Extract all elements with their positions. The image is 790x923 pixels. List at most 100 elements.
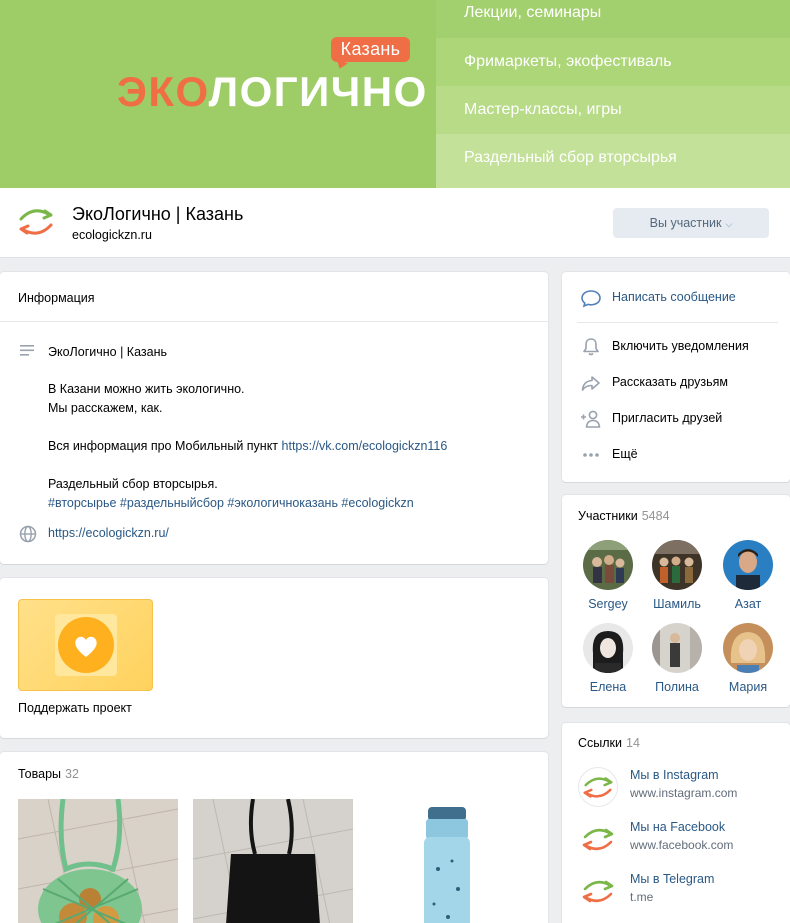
avatar <box>583 540 633 590</box>
tote-bag-image <box>193 799 353 923</box>
heart-icon <box>75 636 97 657</box>
member-name: Шамиль <box>653 597 701 611</box>
member-item[interactable]: Мария <box>715 623 781 694</box>
goods-item-image[interactable] <box>368 799 528 923</box>
more-button[interactable]: Ещё <box>580 445 790 465</box>
goods-item-image[interactable] <box>18 799 178 923</box>
donate-tile-inner <box>55 614 117 676</box>
tell-friends-button[interactable]: Рассказать друзьям <box>580 373 790 393</box>
member-name: Азат <box>734 597 762 611</box>
avatar <box>723 623 773 673</box>
goods-card: Товары 32 <box>0 752 548 923</box>
goods-title-label: Товары <box>18 767 61 781</box>
donate-label[interactable]: Поддержать проект <box>18 701 154 715</box>
member-item[interactable]: Азат <box>715 540 781 611</box>
info-name-line: ЭкоЛогично | Казань <box>48 345 167 359</box>
goods-title[interactable]: Товары 32 <box>18 767 79 781</box>
members-card: Участники 5484 Sergey Шамиль Азат Елена П… <box>562 495 790 707</box>
community-cover: Казань ЭКОЛОГИЧНО Лекции, семинары Фрима… <box>0 0 790 188</box>
invite-friends-button[interactable]: Пригласить друзей <box>580 409 790 429</box>
enable-notifications-button[interactable]: Включить уведомления <box>580 337 790 357</box>
members-title[interactable]: Участники 5484 <box>578 509 670 523</box>
members-title-label: Участники <box>578 509 638 523</box>
info-desc-1: В Казани можно жить экологично. <box>48 382 245 396</box>
group-name: ЭкоЛогично | Казань <box>72 204 244 224</box>
write-message-label: Написать сообщение <box>612 290 736 304</box>
divider <box>0 321 548 322</box>
group-header: ЭкоЛогично | Казань ecologickzn.ru Вы уч… <box>0 188 790 258</box>
cover-menu: Лекции, семинары Фримаркеты, экофестивал… <box>436 0 790 188</box>
info-desc-2: Мы расскажем, как. <box>48 401 163 415</box>
member-item[interactable]: Sergey <box>575 540 641 611</box>
link-title: Мы на Facebook <box>630 820 726 834</box>
support-card: Поддержать проект <box>0 578 548 738</box>
avatar <box>723 540 773 590</box>
cover-menu-item: Раздельный сбор вторсырья <box>436 134 790 188</box>
mesh-bag-image <box>18 799 178 923</box>
info-sorting: Раздельный сбор вторсырья. <box>48 477 218 491</box>
write-message-button[interactable]: Написать сообщение <box>580 288 790 308</box>
chevron-down-icon: ⌵ <box>725 219 733 229</box>
enable-notifications-label: Включить уведомления <box>612 339 749 353</box>
donate-tile[interactable] <box>18 599 153 691</box>
actions-card: Написать сообщение Включить уведомления … <box>562 272 790 482</box>
info-title: Информация <box>18 291 95 305</box>
avatar <box>652 623 702 673</box>
more-icon <box>583 453 599 457</box>
invite-friends-label: Пригласить друзей <box>612 411 723 425</box>
member-name: Sergey <box>588 597 628 611</box>
links-count: 14 <box>626 736 640 750</box>
member-status-button[interactable]: Вы участник ⌵ <box>613 208 769 238</box>
member-item[interactable]: Полина <box>644 623 710 694</box>
website-link[interactable]: https://ecologickzn.ru/ <box>48 524 169 543</box>
goods-item-image[interactable] <box>193 799 353 923</box>
cover-logo-area: Казань ЭКОЛОГИЧНО <box>0 0 436 188</box>
hashtags-link[interactable]: #вторсырье #раздельныйсбор #экологичнока… <box>48 494 414 513</box>
globe-icon <box>19 525 37 543</box>
member-name: Полина <box>655 680 699 694</box>
group-avatar[interactable] <box>16 202 56 242</box>
link-item[interactable]: Мы на Facebook www.facebook.com <box>578 819 788 859</box>
group-site: ecologickzn.ru <box>72 228 152 242</box>
link-url: www.instagram.com <box>630 786 738 800</box>
link-item[interactable]: Мы в Telegram t.me <box>578 871 788 911</box>
info-mobile-text: Вся информация про Мобильный пункт <box>48 439 282 453</box>
share-icon <box>581 376 600 391</box>
link-url: t.me <box>630 890 654 904</box>
donate-circle <box>58 617 114 673</box>
tell-friends-label: Рассказать друзьям <box>612 375 729 389</box>
info-mobile: Вся информация про Мобильный пункт https… <box>48 437 447 456</box>
more-label: Ещё <box>612 447 638 461</box>
member-name: Мария <box>728 680 768 694</box>
members-count: 5484 <box>641 509 670 523</box>
link-item[interactable]: Мы в Instagram www.instagram.com <box>578 767 788 807</box>
link-url: www.facebook.com <box>630 838 734 852</box>
mobile-point-link[interactable]: https://vk.com/ecologickzn116 <box>282 439 448 453</box>
link-title: Мы в Telegram <box>630 872 715 886</box>
cover-menu-item: Лекции, семинары <box>436 0 790 38</box>
links-title[interactable]: Ссылки 14 <box>578 736 640 750</box>
message-icon <box>581 290 601 308</box>
thermos-image <box>368 799 528 923</box>
info-card: Информация ЭкоЛогично | Казань В Казани … <box>0 272 548 564</box>
avatar <box>652 540 702 590</box>
cover-menu-item: Мастер-классы, игры <box>436 86 790 134</box>
link-logo-icon <box>578 819 618 859</box>
bell-icon <box>583 338 599 356</box>
brand-logo-part1: ЭКО <box>117 68 209 115</box>
links-card: Ссылки 14 Мы в Instagram www.instagram.co… <box>562 723 790 923</box>
member-item[interactable]: Шамиль <box>644 540 710 611</box>
description-lines-icon <box>20 345 34 356</box>
member-status-label: Вы участник <box>649 216 722 230</box>
city-badge: Казань <box>331 37 410 62</box>
divider <box>577 322 778 323</box>
member-name: Елена <box>589 680 627 694</box>
member-item[interactable]: Елена <box>575 623 641 694</box>
link-logo-icon <box>578 767 618 807</box>
link-title: Мы в Instagram <box>630 768 719 782</box>
goods-count: 32 <box>65 767 79 781</box>
cover-menu-item: Фримаркеты, экофестиваль <box>436 38 790 86</box>
links-title-label: Ссылки <box>578 736 623 750</box>
brand-logo-part2: ЛОГИЧНО <box>208 68 428 115</box>
add-user-icon <box>581 410 601 428</box>
